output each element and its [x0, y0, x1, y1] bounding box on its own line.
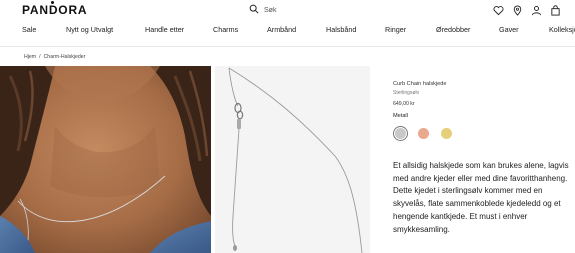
pandora-logo[interactable]: PANDORA: [22, 3, 87, 17]
breadcrumb-home-link[interactable]: Hjem: [24, 54, 36, 60]
swatch-gold[interactable]: [439, 126, 454, 141]
top-header: PANDORA: [0, 0, 575, 20]
nav-item-charms[interactable]: Charms: [213, 25, 238, 34]
silver-swatch-dot: [395, 128, 406, 139]
category-nav: Sale Nytt og Utvalgt Handle etter Charms…: [0, 25, 575, 41]
header-icons: [493, 3, 561, 16]
model-photo[interactable]: [0, 66, 211, 253]
nav-item-nytt-og-utvalgt[interactable]: Nytt og Utvalgt: [66, 25, 113, 34]
product-name: Curb Chain halskjede: [393, 81, 447, 87]
nav-item-armband[interactable]: Armbånd: [267, 25, 296, 34]
nav-divider: [0, 46, 575, 47]
swatch-rose-gold[interactable]: [416, 126, 431, 141]
search-bar[interactable]: [249, 3, 324, 17]
nav-item-oredobber[interactable]: Øredobber: [436, 25, 470, 34]
nav-item-halsband[interactable]: Halsbånd: [326, 25, 356, 34]
search-input[interactable]: [264, 6, 324, 14]
gold-swatch-dot: [441, 128, 452, 139]
swatch-silver[interactable]: [393, 126, 408, 141]
nav-item-handle-etter[interactable]: Handle etter: [145, 25, 184, 34]
shopping-bag-icon[interactable]: [550, 3, 561, 16]
product-price: 649,00 kr: [393, 101, 415, 107]
metal-label: Metall: [393, 113, 408, 119]
nav-item-kolleksjoner[interactable]: Kolleksjo: [549, 25, 575, 34]
breadcrumb-separator: /: [39, 54, 41, 60]
location-pin-icon[interactable]: [512, 3, 523, 16]
necklace-product-illustration: [228, 67, 363, 253]
heart-icon[interactable]: [493, 3, 504, 16]
breadcrumb: Hjem / Charm-Halskjeder: [24, 54, 85, 60]
logo-crown-dot: [51, 1, 54, 4]
user-icon[interactable]: [531, 3, 542, 16]
product-description: Et allsidig halskjede som kan brukes ale…: [393, 161, 569, 234]
nav-item-sale[interactable]: Sale: [22, 25, 36, 34]
breadcrumb-current[interactable]: Charm-Halskjeder: [44, 54, 86, 60]
product-material: Sterlingsølv: [393, 90, 420, 96]
product-image[interactable]: [215, 66, 370, 253]
rose-gold-swatch-dot: [418, 128, 429, 139]
search-icon[interactable]: [249, 1, 259, 19]
metal-swatches: [393, 126, 454, 141]
nav-item-ringer[interactable]: Ringer: [385, 25, 406, 34]
nav-item-gaver[interactable]: Gaver: [499, 25, 519, 34]
model-photo-illustration: [0, 66, 211, 253]
